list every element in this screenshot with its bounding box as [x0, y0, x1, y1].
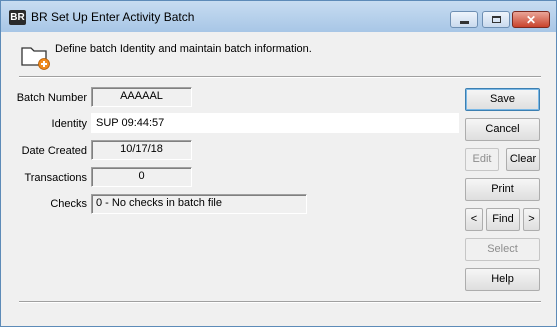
clear-button[interactable]: Clear — [506, 148, 540, 171]
find-previous-button[interactable]: < — [465, 208, 483, 231]
find-button[interactable]: Find — [486, 208, 520, 231]
title-bar[interactable]: BR BR Set Up Enter Activity Batch ✕ — [1, 1, 556, 32]
cancel-button[interactable]: Cancel — [465, 118, 540, 141]
maximize-button[interactable] — [482, 11, 510, 28]
date-created-field: 10/17/18 — [91, 140, 192, 160]
window-title: BR Set Up Enter Activity Batch — [31, 10, 195, 24]
select-button[interactable]: Select — [465, 238, 540, 261]
help-button[interactable]: Help — [465, 268, 540, 291]
identity-label: Identity — [51, 118, 87, 130]
transactions-field: 0 — [91, 167, 192, 187]
find-next-button[interactable]: > — [523, 208, 540, 231]
date-created-label: Date Created — [21, 145, 87, 157]
save-button[interactable]: Save — [465, 88, 540, 111]
transactions-label: Transactions — [24, 172, 87, 184]
identity-input[interactable]: SUP 09:44:57 — [91, 113, 459, 133]
minimize-button[interactable] — [450, 11, 478, 28]
close-button[interactable]: ✕ — [512, 11, 550, 28]
app-badge-icon: BR — [9, 10, 26, 25]
batch-number-label: Batch Number — [16, 92, 87, 104]
dialog-body: Define batch Identity and maintain batch… — [9, 32, 548, 318]
close-icon: ✕ — [525, 12, 537, 27]
folder-add-icon — [21, 47, 50, 70]
checks-field: 0 - No checks in batch file — [91, 194, 307, 214]
batch-number-field: AAAAAL — [91, 87, 192, 107]
header-divider — [19, 76, 541, 78]
maximize-icon — [491, 16, 501, 23]
checks-label: Checks — [50, 198, 87, 210]
header-description: Define batch Identity and maintain batch… — [55, 43, 312, 55]
print-button[interactable]: Print — [465, 178, 540, 201]
footer-divider — [19, 301, 541, 303]
edit-button[interactable]: Edit — [465, 148, 499, 171]
minimize-icon — [459, 20, 469, 24]
batch-setup-window: BR BR Set Up Enter Activity Batch ✕ Defi… — [0, 0, 557, 327]
